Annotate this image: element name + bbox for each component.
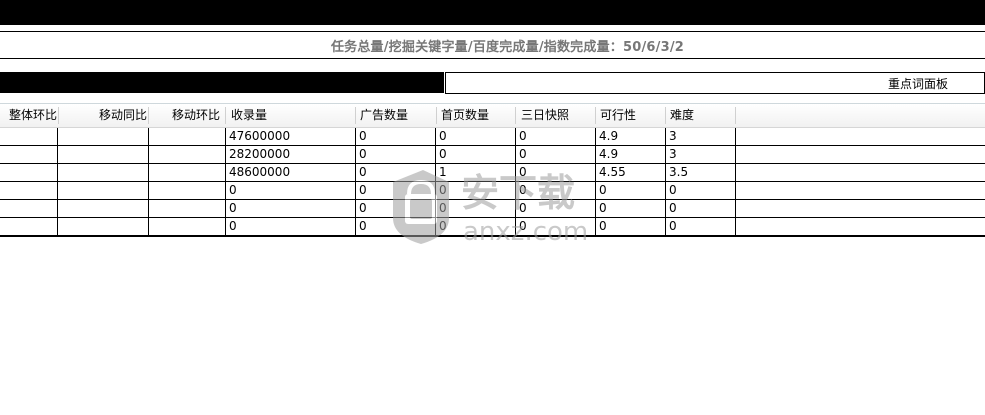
cell-mobile-yoy[interactable] [58, 146, 148, 163]
top-toolbar [0, 0, 985, 25]
cell-difficulty[interactable]: 3 [666, 146, 736, 163]
grid-body: 47600000 0 0 0 4.9 3 28200000 0 0 0 4.9 … [0, 128, 985, 237]
cell-feasibility[interactable]: 4.9 [596, 146, 666, 163]
table-row[interactable]: 0 0 0 0 0 0 [0, 182, 985, 200]
cell-indexed-count[interactable]: 0 [226, 218, 356, 235]
cell-divider [735, 164, 736, 181]
cell-indexed-count[interactable]: 28200000 [226, 146, 356, 163]
column-header-3day-snapshot[interactable]: 三日快照 [521, 104, 569, 127]
cell-ad-count[interactable]: 0 [356, 182, 436, 199]
cell-divider [735, 218, 736, 235]
cell-difficulty[interactable]: 3.5 [666, 164, 736, 181]
cell-difficulty[interactable]: 3 [666, 128, 736, 145]
column-resize-handle[interactable] [595, 107, 596, 124]
cell-difficulty[interactable]: 0 [666, 182, 736, 199]
keyword-data-grid: 整体环比 移动同比 移动环比 收录量 广告数量 首页数量 三日快照 可行性 难度… [0, 103, 985, 237]
column-header-mobile-yoy[interactable]: 移动同比 [99, 104, 147, 127]
column-resize-handle[interactable] [148, 107, 149, 124]
cell-feasibility[interactable]: 0 [596, 182, 666, 199]
cell-ad-count[interactable]: 0 [356, 164, 436, 181]
column-header-homepage-count[interactable]: 首页数量 [441, 104, 489, 127]
column-header-feasibility[interactable]: 可行性 [600, 104, 636, 127]
cell-feasibility[interactable]: 4.9 [596, 128, 666, 145]
cell-overall-mom[interactable] [0, 128, 58, 145]
cell-feasibility[interactable]: 0 [596, 200, 666, 217]
cell-difficulty[interactable]: 0 [666, 200, 736, 217]
column-header-indexed-count[interactable]: 收录量 [231, 104, 267, 127]
cell-mobile-yoy[interactable] [58, 128, 148, 145]
cell-mobile-yoy[interactable] [58, 218, 148, 235]
cell-difficulty[interactable]: 0 [666, 218, 736, 235]
cell-homepage-count[interactable]: 0 [436, 218, 516, 235]
cell-feasibility[interactable]: 0 [596, 218, 666, 235]
task-status-bar: 任务总量/挖掘关键字量/百度完成量/指数完成量：50/6/3/2 [0, 31, 985, 59]
column-header-mobile-mom[interactable]: 移动环比 [172, 104, 220, 127]
left-black-panel [0, 72, 444, 93]
cell-3day-snapshot[interactable]: 0 [516, 200, 596, 217]
table-row[interactable]: 0 0 0 0 0 0 [0, 218, 985, 237]
column-resize-handle[interactable] [735, 107, 736, 124]
grid-header-row: 整体环比 移动同比 移动环比 收录量 广告数量 首页数量 三日快照 可行性 难度 [0, 104, 985, 128]
cell-mobile-yoy[interactable] [58, 200, 148, 217]
keyword-panel-header[interactable]: 重点词面板 [445, 72, 985, 94]
column-resize-handle[interactable] [225, 107, 226, 124]
cell-3day-snapshot[interactable]: 0 [516, 182, 596, 199]
column-resize-handle[interactable] [436, 107, 437, 124]
column-resize-handle[interactable] [58, 107, 59, 124]
table-row[interactable]: 0 0 0 0 0 0 [0, 200, 985, 218]
cell-divider [735, 182, 736, 199]
cell-divider [735, 200, 736, 217]
cell-overall-mom[interactable] [0, 218, 58, 235]
column-resize-handle[interactable] [665, 107, 666, 124]
cell-ad-count[interactable]: 0 [356, 128, 436, 145]
cell-divider [735, 128, 736, 145]
cell-mobile-mom[interactable] [149, 128, 225, 145]
cell-mobile-mom[interactable] [149, 218, 225, 235]
cell-mobile-mom[interactable] [149, 164, 225, 181]
cell-mobile-mom[interactable] [149, 200, 225, 217]
cell-indexed-count[interactable]: 0 [226, 182, 356, 199]
cell-divider [735, 146, 736, 163]
cell-homepage-count[interactable]: 0 [436, 128, 516, 145]
column-header-overall-mom[interactable]: 整体环比 [9, 104, 57, 127]
cell-indexed-count[interactable]: 47600000 [226, 128, 356, 145]
table-row[interactable]: 28200000 0 0 0 4.9 3 [0, 146, 985, 164]
cell-homepage-count[interactable]: 0 [436, 146, 516, 163]
cell-mobile-yoy[interactable] [58, 182, 148, 199]
column-header-ad-count[interactable]: 广告数量 [360, 104, 408, 127]
keyword-panel-title: 重点词面板 [887, 76, 948, 91]
cell-overall-mom[interactable] [0, 146, 58, 163]
cell-3day-snapshot[interactable]: 0 [516, 218, 596, 235]
cell-mobile-mom[interactable] [149, 182, 225, 199]
cell-overall-mom[interactable] [0, 200, 58, 217]
cell-homepage-count[interactable]: 0 [436, 200, 516, 217]
cell-homepage-count[interactable]: 1 [436, 164, 516, 181]
cell-ad-count[interactable]: 0 [356, 146, 436, 163]
column-resize-handle[interactable] [355, 107, 356, 124]
cell-3day-snapshot[interactable]: 0 [516, 164, 596, 181]
cell-overall-mom[interactable] [0, 164, 58, 181]
cell-overall-mom[interactable] [0, 182, 58, 199]
task-status-text: 任务总量/挖掘关键字量/百度完成量/指数完成量：50/6/3/2 [330, 39, 685, 55]
cell-feasibility[interactable]: 4.55 [596, 164, 666, 181]
cell-ad-count[interactable]: 0 [356, 218, 436, 235]
cell-indexed-count[interactable]: 0 [226, 200, 356, 217]
cell-3day-snapshot[interactable]: 0 [516, 146, 596, 163]
table-row[interactable]: 48600000 0 1 0 4.55 3.5 [0, 164, 985, 182]
cell-homepage-count[interactable]: 0 [436, 182, 516, 199]
cell-ad-count[interactable]: 0 [356, 200, 436, 217]
cell-3day-snapshot[interactable]: 0 [516, 128, 596, 145]
cell-indexed-count[interactable]: 48600000 [226, 164, 356, 181]
table-row[interactable]: 47600000 0 0 0 4.9 3 [0, 128, 985, 146]
column-resize-handle[interactable] [515, 107, 516, 124]
cell-mobile-mom[interactable] [149, 146, 225, 163]
cell-mobile-yoy[interactable] [58, 164, 148, 181]
column-header-difficulty[interactable]: 难度 [670, 104, 694, 127]
